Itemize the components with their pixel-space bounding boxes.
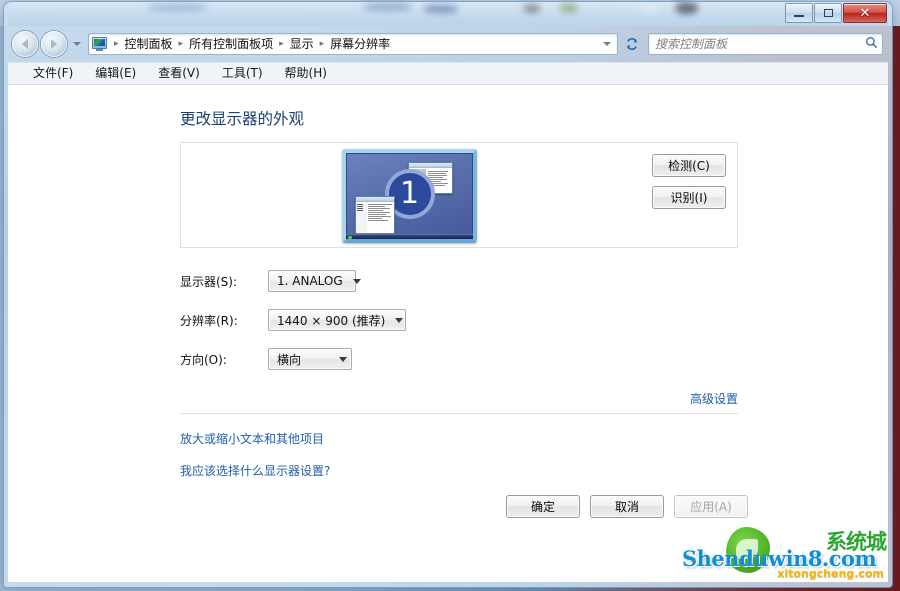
menu-item-help[interactable]: 帮助(H) xyxy=(274,64,338,84)
menu-item-view[interactable]: 查看(V) xyxy=(147,64,211,84)
advanced-settings-link[interactable]: 高级设置 xyxy=(690,390,738,407)
cancel-button[interactable]: 取消 xyxy=(590,495,664,518)
menu-item-tools[interactable]: 工具(T) xyxy=(211,64,274,84)
watermark-cn-text: 系统城 xyxy=(826,530,887,554)
forward-button[interactable] xyxy=(41,31,67,57)
address-dropdown-button[interactable] xyxy=(599,42,615,46)
chevron-down-icon xyxy=(395,317,404,323)
window-controls: ✕ xyxy=(785,3,887,23)
control-panel-window: ✕ ▸ 控制面板 ▸ 所有控制面板项 ▸ 显示 ▸ 屏幕分辨率 搜索控制面板 文… xyxy=(4,2,892,587)
breadcrumb-item-screen-resolution[interactable]: 屏幕分辨率 xyxy=(327,35,393,54)
menu-item-edit[interactable]: 编辑(E) xyxy=(84,64,147,84)
monitor-select-value: 1. ANALOG xyxy=(277,274,343,288)
preview-action-buttons: 检测(C) 识别(I) xyxy=(652,154,726,209)
address-bar[interactable]: ▸ 控制面板 ▸ 所有控制面板项 ▸ 显示 ▸ 屏幕分辨率 xyxy=(88,33,618,55)
chevron-down-icon xyxy=(352,278,361,284)
breadcrumb-item-control-panel[interactable]: 控制面板 xyxy=(122,35,176,54)
minimize-button[interactable] xyxy=(785,3,813,23)
breadcrumb-separator: ▸ xyxy=(319,38,325,49)
client-area: 更改显示器的外观 1 检测(C) 识别(I) 显示器(S): 1. ANALOG… xyxy=(8,84,888,582)
form-row-orientation: 方向(O): 横向 xyxy=(180,348,738,370)
breadcrumb-separator: ▸ xyxy=(178,38,184,49)
chevron-down-icon xyxy=(339,356,347,362)
monitor-preview-panel: 1 检测(C) 识别(I) xyxy=(180,142,738,248)
chevron-down-icon xyxy=(603,42,611,46)
advanced-settings-row: 高级设置 xyxy=(180,390,738,407)
refresh-button[interactable] xyxy=(621,33,643,55)
search-icon xyxy=(865,36,878,53)
titlebar-glass xyxy=(8,2,888,26)
window-thumbnail-front xyxy=(355,196,395,234)
monitor-label: 显示器(S): xyxy=(180,274,238,289)
detect-button[interactable]: 检测(C) xyxy=(652,154,726,177)
link-row-text-size: 放大或缩小文本和其他项目 xyxy=(180,428,738,447)
navigation-bar: ▸ 控制面板 ▸ 所有控制面板项 ▸ 显示 ▸ 屏幕分辨率 xyxy=(8,26,888,62)
search-input[interactable] xyxy=(653,36,865,52)
link-row-help: 我应该选择什么显示器设置? xyxy=(180,460,738,479)
window-titlebar[interactable]: ✕ xyxy=(8,2,888,26)
screen-root: ✕ ▸ 控制面板 ▸ 所有控制面板项 ▸ 显示 ▸ 屏幕分辨率 搜索控制面板 文… xyxy=(0,0,900,591)
close-icon: ✕ xyxy=(859,5,871,21)
menu-item-file[interactable]: 文件(F) xyxy=(22,64,84,84)
page-title: 更改显示器的外观 xyxy=(180,110,305,128)
dialog-buttons: 确定 取消 应用(A) xyxy=(506,495,748,518)
watermark: 系统城 Shenduwin8.com xitongcheng.com xyxy=(678,524,888,580)
identify-button[interactable]: 识别(I) xyxy=(652,186,726,209)
monitor-select[interactable]: 1. ANALOG xyxy=(268,270,361,292)
breadcrumb: ▸ 控制面板 ▸ 所有控制面板项 ▸ 显示 ▸ 屏幕分辨率 xyxy=(111,35,599,54)
breadcrumb-separator: ▸ xyxy=(114,38,119,49)
menu-bar: 文件(F) 编辑(E) 查看(V) 工具(T) 帮助(H) xyxy=(8,62,888,84)
make-text-larger-link[interactable]: 放大或缩小文本和其他项目 xyxy=(180,432,324,446)
resolution-label: 分辨率(R): xyxy=(180,313,238,328)
breadcrumb-separator: ▸ xyxy=(279,38,284,49)
page-content: 更改显示器的外观 1 检测(C) 识别(I) 显示器(S): 1. ANALOG… xyxy=(8,85,888,479)
breadcrumb-item-display[interactable]: 显示 xyxy=(287,35,317,54)
history-dropdown-button[interactable] xyxy=(70,33,83,55)
close-button[interactable]: ✕ xyxy=(843,3,887,23)
maximize-button[interactable] xyxy=(814,3,842,23)
apply-button: 应用(A) xyxy=(674,495,748,518)
ok-button[interactable]: 确定 xyxy=(506,495,580,518)
watermark-leaf-icon xyxy=(726,527,770,573)
maximize-icon xyxy=(823,9,833,17)
back-button[interactable] xyxy=(12,31,38,57)
display-icon xyxy=(92,37,108,51)
chevron-down-icon xyxy=(72,42,81,46)
search-box[interactable] xyxy=(648,33,883,55)
orientation-select[interactable]: 横向 xyxy=(268,348,352,370)
form-row-monitor: 显示器(S): 1. ANALOG xyxy=(180,270,738,292)
watermark-main-text: Shenduwin8.com xyxy=(682,546,877,571)
form-row-resolution: 分辨率(R): 1440 × 900 (推荐) xyxy=(180,309,738,331)
monitor-preview-1[interactable]: 1 xyxy=(342,149,477,243)
orientation-select-value: 横向 xyxy=(277,352,302,367)
minimize-icon xyxy=(794,15,804,17)
which-display-settings-link[interactable]: 我应该选择什么显示器设置? xyxy=(180,464,330,478)
refresh-icon xyxy=(627,38,637,50)
resolution-select[interactable]: 1440 × 900 (推荐) xyxy=(268,309,406,331)
watermark-sub-text: xitongcheng.com xyxy=(777,567,884,580)
divider xyxy=(180,413,738,414)
orientation-label: 方向(O): xyxy=(180,352,227,367)
monitor-taskbar-preview xyxy=(346,234,473,239)
resolution-select-value: 1440 × 900 (推荐) xyxy=(277,313,386,328)
breadcrumb-item-all-items[interactable]: 所有控制面板项 xyxy=(186,35,276,54)
